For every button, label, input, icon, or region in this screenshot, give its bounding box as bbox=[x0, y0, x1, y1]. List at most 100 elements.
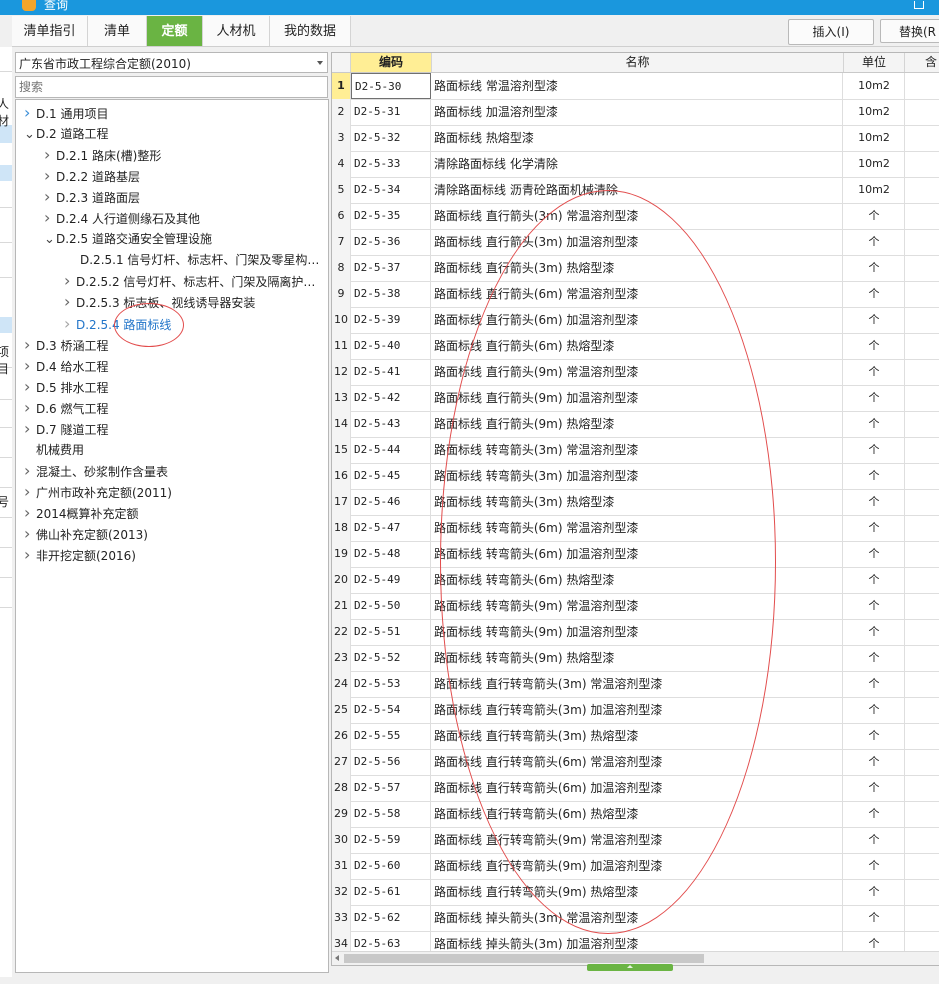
header-name[interactable]: 名称 bbox=[432, 53, 844, 72]
chevron-right-icon[interactable] bbox=[44, 166, 56, 188]
maximize-icon[interactable] bbox=[914, 1, 924, 9]
chevron-right-icon[interactable] bbox=[24, 482, 36, 504]
table-row[interactable]: 12 D2-5-41 路面标线 直行箭头(9m) 常温溶剂型漆个 bbox=[332, 359, 939, 386]
table-row[interactable]: 32 D2-5-61 路面标线 直行转弯箭头(9m) 热熔型漆个 bbox=[332, 879, 939, 906]
tab-list-guide[interactable]: 清单指引 bbox=[12, 16, 88, 46]
tab-list[interactable]: 清单 bbox=[88, 16, 147, 46]
chevron-down-icon[interactable] bbox=[44, 230, 56, 250]
table-row[interactable]: 5 D2-5-34 清除路面标线 沥青砼路面机械清除 10m2 bbox=[332, 177, 939, 204]
table-row[interactable]: 7 D2-5-36 路面标线 直行箭头(3m) 加温溶剂型漆个 bbox=[332, 229, 939, 256]
table-row[interactable]: 1 D2-5-30 路面标线 常温溶剂型漆 10m2 bbox=[332, 73, 939, 100]
chevron-right-icon[interactable] bbox=[24, 461, 36, 483]
tree-node[interactable]: D.2.5.2 信号灯杆、标志杆、门架及隔离护… bbox=[64, 271, 315, 291]
tree-node[interactable]: D.4 给水工程 bbox=[24, 356, 109, 376]
scrollbar-thumb[interactable] bbox=[344, 954, 704, 963]
chevron-right-icon[interactable] bbox=[24, 356, 36, 378]
quota-content bbox=[905, 73, 939, 99]
tree-node[interactable]: D.3 桥涵工程 bbox=[24, 335, 109, 355]
table-row[interactable]: 6 D2-5-35 路面标线 直行箭头(3m) 常温溶剂型漆个 bbox=[332, 203, 939, 230]
table-row[interactable]: 3 D2-5-32 路面标线 热熔型漆 10m2 bbox=[332, 125, 939, 152]
chevron-right-icon[interactable] bbox=[24, 545, 36, 567]
table-row[interactable]: 15 D2-5-44 路面标线 转弯箭头(3m) 常温溶剂型漆个 bbox=[332, 437, 939, 464]
table-row[interactable]: 28 D2-5-57 路面标线 直行转弯箭头(6m) 加温溶剂型漆个 bbox=[332, 775, 939, 802]
tree-node[interactable]: D.2.5.4 路面标线 bbox=[64, 314, 171, 334]
chevron-right-icon[interactable] bbox=[64, 314, 76, 336]
tree-node[interactable]: D.2.3 道路面层 bbox=[44, 187, 140, 207]
quota-library-select[interactable]: 广东省市政工程综合定额(2010) bbox=[15, 52, 328, 73]
table-row[interactable]: 9 D2-5-38 路面标线 直行箭头(6m) 常温溶剂型漆个 bbox=[332, 281, 939, 308]
chevron-right-icon[interactable] bbox=[64, 292, 76, 314]
quota-name: 路面标线 直行箭头(9m) 热熔型漆 bbox=[432, 411, 843, 437]
table-row[interactable]: 18 D2-5-47 路面标线 转弯箭头(6m) 常温溶剂型漆个 bbox=[332, 515, 939, 542]
table-row[interactable]: 2 D2-5-31 路面标线 加温溶剂型漆 10m2 bbox=[332, 99, 939, 126]
table-row[interactable]: 21 D2-5-50 路面标线 转弯箭头(9m) 常温溶剂型漆个 bbox=[332, 593, 939, 620]
tree-node[interactable]: 机械费用 bbox=[24, 440, 84, 460]
table-row[interactable]: 10 D2-5-39 路面标线 直行箭头(6m) 加温溶剂型漆个 bbox=[332, 307, 939, 334]
tree-node[interactable]: D.2.5.3 标志板、视线诱导器安装 bbox=[64, 292, 255, 312]
quota-unit: 个 bbox=[844, 411, 905, 437]
tree-node[interactable]: D.5 排水工程 bbox=[24, 377, 109, 397]
table-row[interactable]: 22 D2-5-51 路面标线 转弯箭头(9m) 加温溶剂型漆个 bbox=[332, 619, 939, 646]
tree-node[interactable]: 佛山补充定额(2013) bbox=[24, 524, 148, 544]
tree-node[interactable]: 非开挖定额(2016) bbox=[24, 545, 136, 565]
table-row[interactable]: 17 D2-5-46 路面标线 转弯箭头(3m) 热熔型漆个 bbox=[332, 489, 939, 516]
table-row[interactable]: 31 D2-5-60 路面标线 直行转弯箭头(9m) 加温溶剂型漆个 bbox=[332, 853, 939, 880]
horizontal-scrollbar[interactable] bbox=[332, 951, 939, 965]
chevron-right-icon[interactable] bbox=[24, 419, 36, 441]
table-row[interactable]: 30 D2-5-59 路面标线 直行转弯箭头(9m) 常温溶剂型漆个 bbox=[332, 827, 939, 854]
search-input[interactable] bbox=[15, 76, 328, 98]
chevron-right-icon[interactable] bbox=[64, 271, 76, 293]
chevron-right-icon[interactable] bbox=[24, 103, 36, 125]
tree-node[interactable]: 广州市政补充定额(2011) bbox=[24, 482, 172, 502]
tree-node[interactable]: D.7 隧道工程 bbox=[24, 419, 109, 439]
table-row[interactable]: 25 D2-5-54 路面标线 直行转弯箭头(3m) 加温溶剂型漆个 bbox=[332, 697, 939, 724]
collapse-handle[interactable] bbox=[587, 964, 673, 971]
header-content[interactable]: 含 bbox=[905, 53, 939, 72]
tab-labor-material-machine[interactable]: 人材机 bbox=[203, 16, 270, 46]
chevron-down-icon[interactable] bbox=[24, 125, 36, 145]
table-row[interactable]: 14 D2-5-43 路面标线 直行箭头(9m) 热熔型漆个 bbox=[332, 411, 939, 438]
tree-node[interactable]: D.2 道路工程 bbox=[24, 124, 109, 144]
tree-node[interactable]: D.2.5 道路交通安全管理设施 bbox=[44, 229, 212, 249]
table-row[interactable]: 4 D2-5-33 清除路面标线 化学清除 10m2 bbox=[332, 151, 939, 178]
chevron-right-icon[interactable] bbox=[44, 145, 56, 167]
tree-node[interactable]: D.2.2 道路基层 bbox=[44, 166, 140, 186]
tree-node[interactable]: D.2.1 路床(槽)整形 bbox=[44, 145, 161, 165]
table-row[interactable]: 33 D2-5-62 路面标线 掉头箭头(3m) 常温溶剂型漆个 bbox=[332, 905, 939, 932]
table-row[interactable]: 24 D2-5-53 路面标线 直行转弯箭头(3m) 常温溶剂型漆个 bbox=[332, 671, 939, 698]
table-row[interactable]: 13 D2-5-42 路面标线 直行箭头(9m) 加温溶剂型漆个 bbox=[332, 385, 939, 412]
chevron-right-icon[interactable] bbox=[44, 187, 56, 209]
table-row[interactable]: 11 D2-5-40 路面标线 直行箭头(6m) 热熔型漆个 bbox=[332, 333, 939, 360]
table-row[interactable]: 19 D2-5-48 路面标线 转弯箭头(6m) 加温溶剂型漆个 bbox=[332, 541, 939, 568]
chevron-right-icon[interactable] bbox=[24, 524, 36, 546]
chevron-right-icon[interactable] bbox=[24, 335, 36, 357]
table-row[interactable]: 26 D2-5-55 路面标线 直行转弯箭头(3m) 热熔型漆个 bbox=[332, 723, 939, 750]
chevron-right-icon[interactable] bbox=[24, 377, 36, 399]
insert-button[interactable]: 插入(I) bbox=[788, 19, 874, 45]
table-row[interactable]: 27 D2-5-56 路面标线 直行转弯箭头(6m) 常温溶剂型漆个 bbox=[332, 749, 939, 776]
chevron-right-icon[interactable] bbox=[24, 398, 36, 420]
scroll-left-icon[interactable] bbox=[335, 955, 339, 961]
table-row[interactable]: 29 D2-5-58 路面标线 直行转弯箭头(6m) 热熔型漆个 bbox=[332, 801, 939, 828]
replace-button[interactable]: 替换(R bbox=[880, 19, 939, 43]
quota-name: 路面标线 转弯箭头(9m) 加温溶剂型漆 bbox=[432, 619, 843, 645]
tree-node[interactable]: 混凝土、砂浆制作含量表 bbox=[24, 461, 168, 481]
row-index: 19 bbox=[332, 541, 351, 567]
title-bar: 查询 bbox=[0, 0, 939, 15]
tree-node[interactable]: D.6 燃气工程 bbox=[24, 398, 109, 418]
table-row[interactable]: 20 D2-5-49 路面标线 转弯箭头(6m) 热熔型漆个 bbox=[332, 567, 939, 594]
chevron-right-icon[interactable] bbox=[24, 503, 36, 525]
table-row[interactable]: 8 D2-5-37 路面标线 直行箭头(3m) 热熔型漆个 bbox=[332, 255, 939, 282]
tab-quota[interactable]: 定额 bbox=[147, 16, 203, 46]
table-row[interactable]: 23 D2-5-52 路面标线 转弯箭头(9m) 热熔型漆个 bbox=[332, 645, 939, 672]
table-row[interactable]: 16 D2-5-45 路面标线 转弯箭头(3m) 加温溶剂型漆个 bbox=[332, 463, 939, 490]
tree-node[interactable]: D.1 通用项目 bbox=[24, 103, 109, 123]
tree-node[interactable]: D.2.5.1 信号灯杆、标志杆、门架及零星构… bbox=[64, 250, 319, 270]
chevron-right-icon[interactable] bbox=[44, 208, 56, 230]
tree-node[interactable]: 2014概算补充定额 bbox=[24, 503, 139, 523]
header-code[interactable]: 编码 bbox=[351, 53, 432, 72]
quota-name: 路面标线 转弯箭头(6m) 加温溶剂型漆 bbox=[432, 541, 843, 567]
tree-node[interactable]: D.2.4 人行道侧缘石及其他 bbox=[44, 208, 200, 228]
tab-my-data[interactable]: 我的数据 bbox=[270, 16, 351, 46]
header-unit[interactable]: 单位 bbox=[844, 53, 905, 72]
